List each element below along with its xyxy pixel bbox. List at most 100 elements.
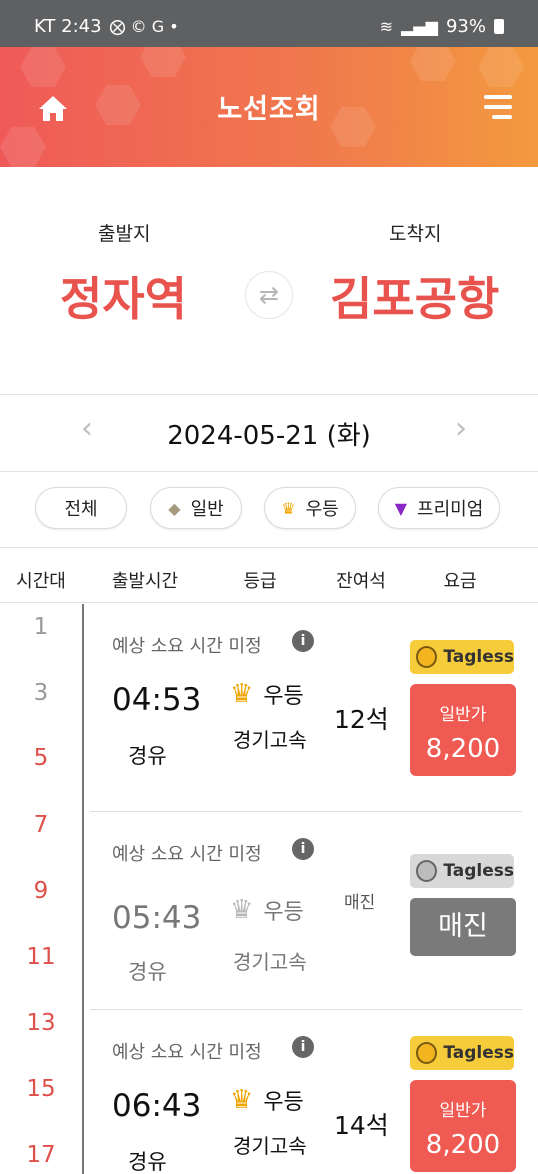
bee-icon: [416, 860, 438, 882]
column-header: 잔여석: [336, 571, 386, 592]
grade: ♛ 우등: [230, 894, 304, 926]
trip-card[interactable]: 예상 소요 시간 미정 i 05:43 경유 ♛ 우등 경기고속 매진 Tagl…: [90, 812, 538, 1010]
app-header: 노선조회: [0, 47, 538, 167]
gem-icon: ▼: [394, 498, 408, 518]
column-header: 요금: [443, 571, 477, 592]
grade: ♛ 우등: [230, 1084, 304, 1116]
grade-label: 우등: [263, 900, 304, 925]
time-slot: 5: [33, 745, 49, 771]
origin-label: 출발지: [98, 223, 151, 245]
duration-note: 예상 소요 시간 미정: [112, 636, 262, 657]
column-header: 출발시간: [111, 571, 179, 592]
time-slot: 13: [26, 1010, 56, 1036]
crown-icon: ♛: [230, 895, 254, 925]
tagless-label: Tagless: [443, 1043, 514, 1063]
time-slot: 3: [33, 680, 49, 706]
status-bar: KT 2:43 ⨂ © G • ≋ ▂▄▆ 93%: [0, 0, 538, 47]
fare-button[interactable]: 일반가 8,200: [410, 684, 516, 776]
date-selector: ‹ 2024-05-21 (화) ›: [0, 395, 538, 471]
via-label: 경유: [128, 744, 167, 768]
duration-note: 예상 소요 시간 미정: [112, 844, 262, 865]
remaining-seats: 14석: [334, 1111, 389, 1140]
grade-label: 우등: [263, 684, 304, 709]
destination-label: 도착지: [389, 223, 442, 245]
column-header: 등급: [243, 571, 277, 592]
tagless-label: Tagless: [443, 647, 514, 667]
diamond-icon: ◆: [168, 498, 181, 518]
grade-filter: 전체 ◆ 일반 ♛ 우등 ▼ 프리미엄: [0, 472, 538, 547]
fare-amount: 8,200: [425, 734, 501, 764]
fare-type: 일반가: [439, 1101, 487, 1121]
column-header: 시간대: [16, 571, 66, 592]
swap-arrows-icon: ⇄: [258, 281, 280, 309]
hex-decoration: [20, 47, 66, 87]
wifi-icon: ≋: [379, 16, 394, 36]
grade-label: 우등: [263, 1090, 304, 1115]
fare-button[interactable]: 일반가 8,200: [410, 1080, 516, 1172]
info-icon[interactable]: i: [292, 630, 314, 652]
departure-time: 06:43: [112, 1088, 202, 1124]
sold-out-button[interactable]: 매진: [410, 898, 516, 956]
bus-company: 경기고속: [233, 1134, 307, 1158]
filter-all[interactable]: 전체: [35, 487, 127, 529]
filter-label: 전체: [64, 499, 98, 520]
tagless-badge: Tagless: [410, 640, 514, 674]
trip-card[interactable]: 예상 소요 시간 미정 i 04:53 경유 ♛ 우등 경기고속 12석 Tag…: [90, 604, 538, 812]
swap-route-button[interactable]: ⇄: [245, 271, 293, 319]
crown-icon: ♛: [230, 679, 254, 709]
bus-company: 경기고속: [233, 950, 307, 974]
departure-time: 04:53: [112, 682, 202, 718]
time-slot: 1: [33, 614, 49, 640]
filter-label: 프리미엄: [417, 499, 484, 520]
notification-icons: ⨂ © G •: [109, 16, 179, 36]
crown-icon: ♛: [281, 498, 296, 518]
departure-time: 05:43: [112, 900, 202, 936]
bus-company: 경기고속: [233, 728, 307, 752]
page-title: 노선조회: [217, 94, 321, 125]
bee-icon: [416, 646, 438, 668]
next-date-button[interactable]: ›: [446, 411, 476, 447]
time-slot: 11: [26, 944, 56, 970]
battery-percent: 93%: [445, 16, 486, 37]
time-slot: 9: [33, 878, 49, 904]
hex-decoration: [478, 47, 524, 87]
info-icon[interactable]: i: [292, 1036, 314, 1058]
tagless-badge: Tagless: [410, 1036, 514, 1070]
filter-label: 우등: [305, 499, 339, 520]
table-header: 시간대 출발시간 등급 잔여석 요금: [0, 547, 538, 603]
filter-premium[interactable]: ▼ 프리미엄: [378, 487, 500, 529]
filter-general[interactable]: ◆ 일반: [150, 487, 242, 529]
hex-decoration: [0, 127, 46, 167]
info-icon[interactable]: i: [292, 838, 314, 860]
trip-card[interactable]: 예상 소요 시간 미정 i 06:43 경유 ♛ 우등 경기고속 14석 Tag…: [90, 1010, 538, 1174]
hex-decoration: [410, 47, 456, 81]
tagless-badge: Tagless: [410, 854, 514, 888]
signal-icon: ▂▄▆: [401, 16, 438, 36]
via-label: 경유: [128, 1150, 167, 1174]
chevron-right-icon: ›: [455, 411, 467, 446]
menu-button[interactable]: [478, 93, 512, 123]
time-slot: 15: [26, 1076, 56, 1102]
grade: ♛ 우등: [230, 678, 304, 710]
remaining-seats: 12석: [334, 705, 389, 734]
time-slot-rail: 1 3 5 7 9 11 13 15 17: [0, 604, 82, 1174]
bee-icon: [416, 1042, 438, 1064]
filter-label: 일반: [190, 499, 224, 520]
duration-note: 예상 소요 시간 미정: [112, 1042, 262, 1063]
timeline-rule: [82, 604, 84, 1174]
via-label: 경유: [128, 960, 167, 984]
menu-icon: [484, 95, 512, 99]
seats-status: 매진: [344, 893, 376, 913]
time-slot: 17: [26, 1142, 56, 1168]
origin-station[interactable]: 정자역: [60, 263, 187, 329]
crown-icon: ♛: [230, 1085, 254, 1115]
battery-icon: [494, 19, 504, 34]
filter-premium-class[interactable]: ♛ 우등: [264, 487, 356, 529]
destination-station[interactable]: 김포공항: [330, 263, 499, 329]
carrier-time: KT 2:43: [34, 16, 102, 37]
hex-decoration: [140, 47, 186, 77]
fare-amount: 8,200: [425, 1130, 501, 1160]
tagless-label: Tagless: [443, 861, 514, 881]
time-slot: 7: [33, 812, 49, 838]
fare-type: 일반가: [439, 705, 487, 725]
